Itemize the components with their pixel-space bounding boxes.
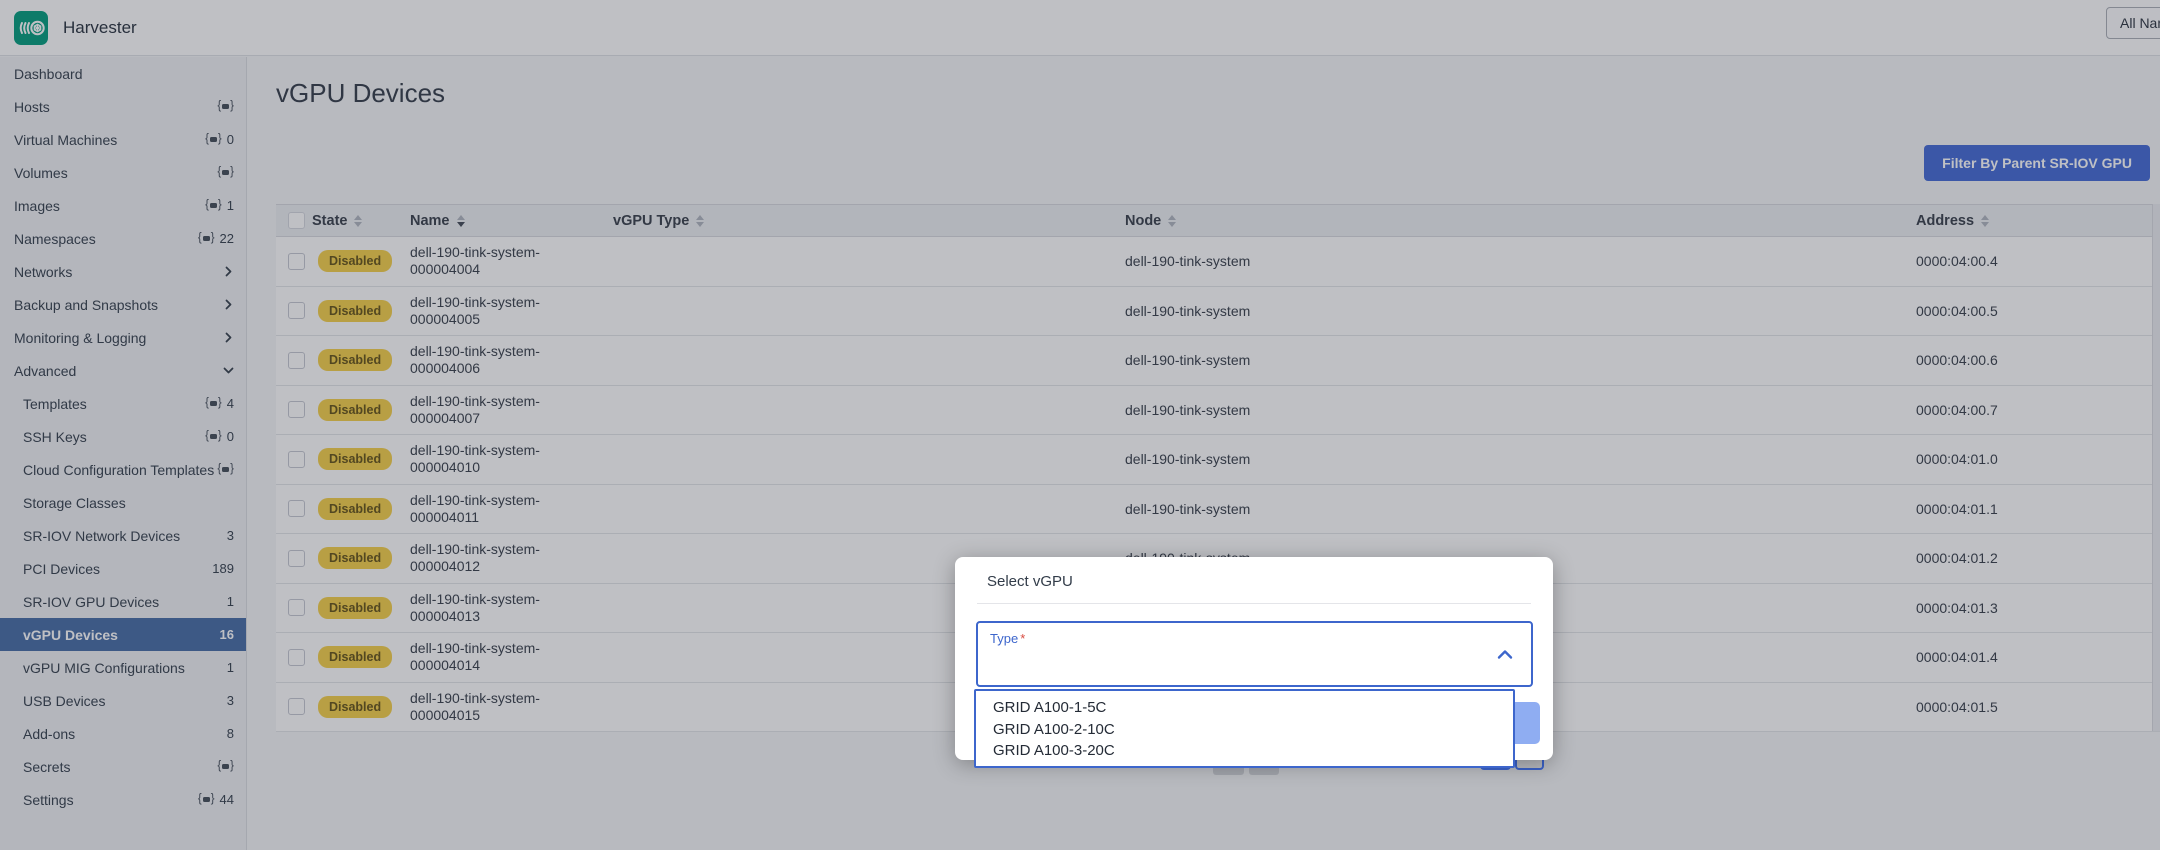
dropdown-option-grid-a100-3-20c[interactable]: GRID A100-3-20C — [993, 740, 1513, 762]
app-window: Harvester All Namespaces DashboardHosts{… — [0, 0, 2160, 850]
select-vgpu-modal: Select vGPU Type* GRID A100-1-5CGRID A10… — [955, 557, 1553, 760]
required-asterisk: * — [1020, 631, 1025, 646]
vgpu-type-select[interactable]: Type* — [976, 621, 1533, 687]
modal-title: Select vGPU — [987, 573, 1073, 590]
vgpu-type-select-label: Type* — [990, 631, 1025, 646]
dropdown-option-grid-a100-2-10c[interactable]: GRID A100-2-10C — [993, 719, 1513, 741]
modal-divider — [977, 603, 1531, 604]
vgpu-type-dropdown: GRID A100-1-5CGRID A100-2-10CGRID A100-3… — [974, 689, 1515, 768]
dropdown-option-grid-a100-1-5c[interactable]: GRID A100-1-5C — [993, 697, 1513, 719]
chevron-up-icon — [1497, 649, 1513, 660]
